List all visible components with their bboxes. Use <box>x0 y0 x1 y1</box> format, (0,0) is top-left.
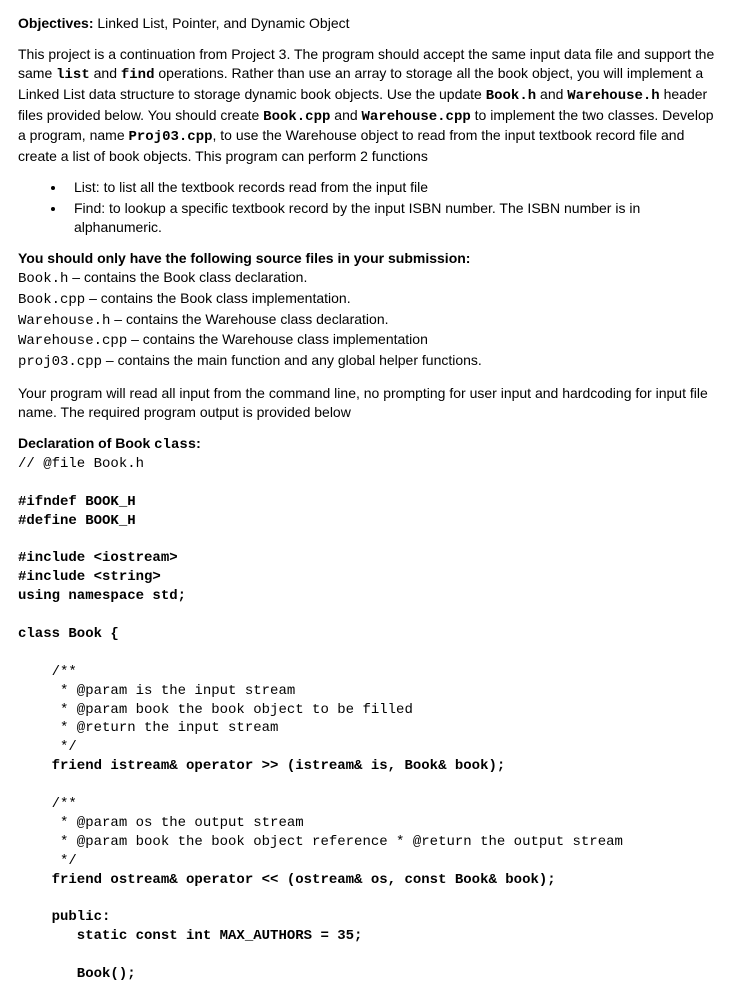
code-line: #include <string> <box>18 569 161 585</box>
code-word-bookcpp: Book.cpp <box>263 109 330 125</box>
file-name: Book.cpp <box>18 292 85 308</box>
code-line: * @param os the output stream <box>18 815 304 831</box>
file-name: Warehouse.h <box>18 313 110 329</box>
objectives-line: Objectives: Linked List, Pointer, and Dy… <box>18 14 722 33</box>
intro-text-4: and <box>536 86 567 102</box>
declaration-pre: Declaration of Book <box>18 435 154 451</box>
code-word-find: find <box>121 67 155 83</box>
file-name: Warehouse.cpp <box>18 333 127 349</box>
code-word-bookh: Book.h <box>486 88 536 104</box>
file-line: Warehouse.cpp – contains the Warehouse c… <box>18 330 722 351</box>
file-desc: – contains the Warehouse class implement… <box>127 331 428 347</box>
code-word-warehouseh: Warehouse.h <box>567 88 659 104</box>
code-line: #include <iostream> <box>18 550 178 566</box>
code-word-warehousecpp: Warehouse.cpp <box>362 109 471 125</box>
code-line: class Book { <box>18 626 119 642</box>
code-line: /** <box>18 796 77 812</box>
code-line: #ifndef BOOK_H <box>18 494 136 510</box>
declaration-header: Declaration of Book class: <box>18 434 722 455</box>
cmdline-paragraph: Your program will read all input from th… <box>18 384 722 422</box>
code-line: */ <box>18 739 77 755</box>
code-line: * @return the input stream <box>18 720 278 736</box>
file-desc: – contains the main function and any glo… <box>102 352 482 368</box>
file-name: Book.h <box>18 271 68 287</box>
code-line: */ <box>18 853 77 869</box>
file-line: Book.cpp – contains the Book class imple… <box>18 289 722 310</box>
code-line: friend istream& operator >> (istream& is… <box>18 758 505 774</box>
code-word-list: list <box>56 67 90 83</box>
submission-block: You should only have the following sourc… <box>18 249 722 372</box>
file-desc: – contains the Warehouse class declarati… <box>110 311 388 327</box>
code-line: #define BOOK_H <box>18 513 136 529</box>
intro-text-6: and <box>330 107 361 123</box>
code-line: friend ostream& operator << (ostream& os… <box>18 872 556 888</box>
submission-header: You should only have the following sourc… <box>18 249 722 268</box>
code-line: // @file Book.h <box>18 456 144 472</box>
code-line: * @param is the input stream <box>18 683 295 699</box>
file-line: Book.h – contains the Book class declara… <box>18 268 722 289</box>
code-line: * @param book the book object reference … <box>18 834 623 850</box>
declaration-post: : <box>196 435 201 451</box>
file-name: proj03.cpp <box>18 354 102 370</box>
code-line: using namespace std; <box>18 588 186 604</box>
file-line: Warehouse.h – contains the Warehouse cla… <box>18 310 722 331</box>
code-word-proj03: Proj03.cpp <box>129 129 213 145</box>
code-line: * @param book the book object to be fill… <box>18 702 413 718</box>
objectives-text: Linked List, Pointer, and Dynamic Object <box>93 15 349 31</box>
file-line: proj03.cpp – contains the main function … <box>18 351 722 372</box>
code-block: // @file Book.h #ifndef BOOK_H #define B… <box>18 455 722 984</box>
code-line: static const int MAX_AUTHORS = 35; <box>18 928 362 944</box>
file-desc: – contains the Book class implementation… <box>85 290 350 306</box>
code-line: public: <box>18 909 110 925</box>
objectives-label: Objectives: <box>18 15 93 31</box>
code-line: Book(); <box>18 966 136 982</box>
intro-text-2: and <box>90 65 121 81</box>
intro-paragraph: This project is a continuation from Proj… <box>18 45 722 166</box>
code-line: /** <box>18 664 77 680</box>
declaration-class-word: class <box>154 437 196 453</box>
list-item: List: to list all the textbook records r… <box>66 178 722 197</box>
list-item: Find: to lookup a specific textbook reco… <box>66 199 722 237</box>
functions-list: List: to list all the textbook records r… <box>18 178 722 237</box>
file-desc: – contains the Book class declaration. <box>68 269 307 285</box>
